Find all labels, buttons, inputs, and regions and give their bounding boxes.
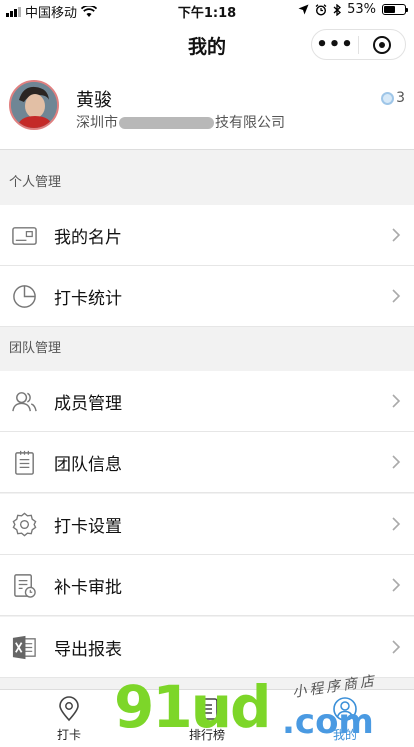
pie-chart-icon (13, 285, 36, 308)
more-dots-icon[interactable]: ••• (312, 34, 358, 55)
menu-label-makeup-approval: 补卡审批 (54, 578, 122, 598)
section-personal-header: 个人管理 (9, 175, 62, 190)
menu-item-export-report[interactable]: 导出报表 (0, 617, 414, 678)
location-pin-icon (59, 696, 79, 722)
user-name: 黄骏 (76, 90, 112, 111)
menu-item-member-manage[interactable]: 成员管理 (0, 371, 414, 432)
tab-label-checkin: 打卡 (56, 728, 81, 742)
chevron-right-icon (392, 455, 401, 469)
chevron-right-icon (392, 228, 401, 242)
menu-item-makeup-approval[interactable]: 补卡审批 (0, 555, 414, 616)
menu-item-checkin-settings[interactable]: 打卡设置 (0, 494, 414, 555)
menu-label-business-card: 我的名片 (54, 228, 122, 248)
company-name: 深圳市 技有限公司 (76, 112, 285, 132)
battery-fill (384, 6, 395, 13)
company-suffix: 技有限公司 (215, 115, 285, 131)
approval-icon (14, 574, 36, 598)
avatar (9, 80, 59, 130)
settings-icon (12, 512, 37, 537)
nav-bar: 我的 ••• (0, 20, 414, 68)
menu-item-business-card[interactable]: 我的名片 (0, 205, 414, 266)
points-badge: 3 (381, 90, 405, 106)
list-icon (196, 698, 218, 720)
chevron-right-icon (392, 289, 401, 303)
tab-checkin[interactable]: 打卡 (0, 690, 138, 747)
excel-icon (12, 635, 36, 660)
tab-mine[interactable]: 我的 (276, 690, 414, 747)
close-button[interactable] (359, 35, 405, 54)
menu-label-member-manage: 成员管理 (54, 394, 122, 414)
bluetooth-icon (333, 3, 342, 16)
section-team-header: 团队管理 (9, 341, 62, 356)
mini-program-capsule: ••• (311, 29, 406, 60)
chevron-right-icon (392, 517, 401, 531)
chevron-right-icon (392, 578, 401, 592)
menu-item-team-info[interactable]: 团队信息 (0, 432, 414, 493)
members-icon (12, 392, 37, 412)
status-right: 53% (298, 2, 408, 17)
battery-percent: 53% (347, 2, 376, 17)
company-prefix: 深圳市 (76, 115, 118, 131)
profile-card[interactable]: 黄骏 深圳市 技有限公司 3 (0, 68, 414, 150)
clipboard-icon (15, 450, 34, 475)
user-icon (333, 697, 357, 721)
location-arrow-icon (298, 4, 309, 15)
menu-label-team-info: 团队信息 (54, 455, 122, 475)
menu-label-checkin-stats: 打卡统计 (54, 289, 122, 309)
alarm-icon (315, 3, 327, 16)
coin-icon (381, 91, 395, 105)
chevron-right-icon (392, 640, 401, 654)
points-count: 3 (396, 90, 405, 106)
battery-icon (382, 4, 408, 15)
tab-bar: 打卡 排行榜 我的 (0, 689, 414, 747)
status-bar: 中国移动 下午1:18 53% (0, 0, 414, 21)
chevron-right-icon (392, 394, 401, 408)
redacted-blur (119, 117, 214, 129)
menu-label-checkin-settings: 打卡设置 (54, 517, 122, 537)
tab-ranking[interactable]: 排行榜 (138, 690, 276, 747)
tab-label-ranking: 排行榜 (188, 728, 225, 742)
tab-label-mine: 我的 (332, 728, 357, 742)
card-icon (12, 227, 37, 245)
menu-label-export-report: 导出报表 (54, 640, 122, 660)
target-close-icon (373, 35, 391, 54)
